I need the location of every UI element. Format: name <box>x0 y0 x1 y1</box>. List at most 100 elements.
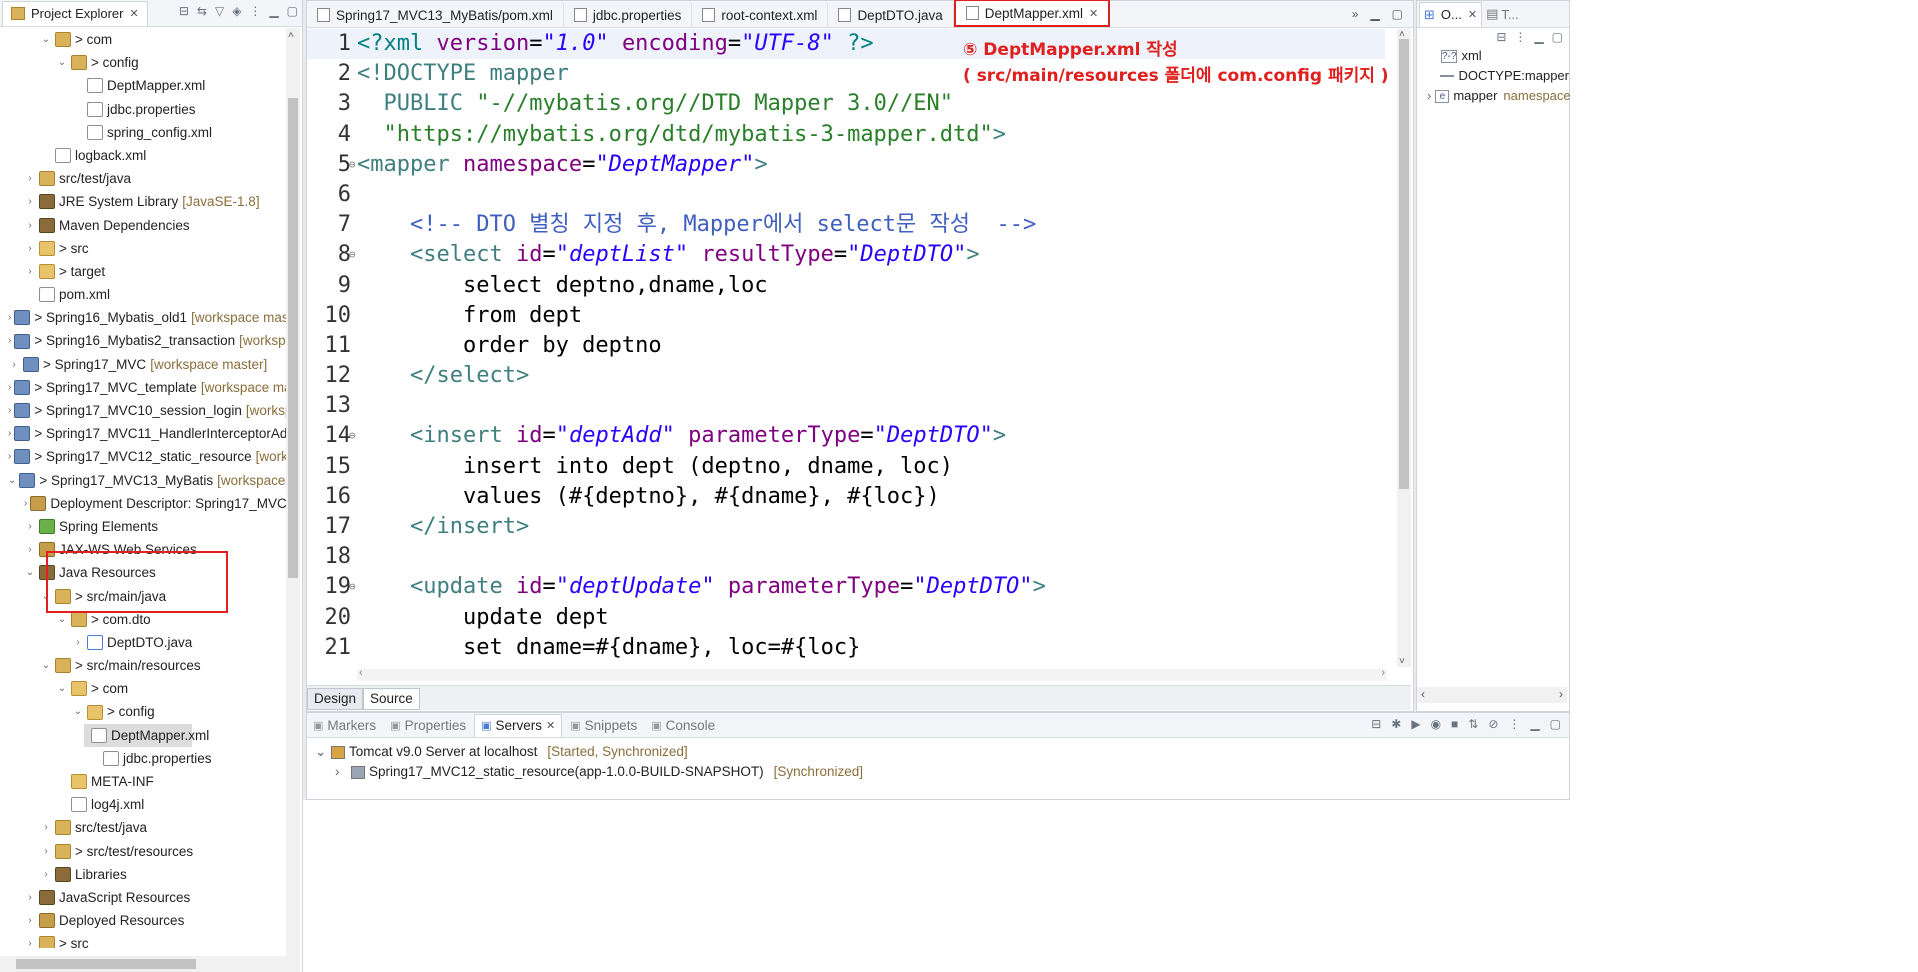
editor-tab[interactable]: root-context.xml <box>692 3 829 27</box>
code-line[interactable]: 9 select deptno,dname,loc <box>307 271 1385 301</box>
chevron-icon[interactable]: ⌄ <box>56 51 68 74</box>
view-menu-icon[interactable]: ⋮ <box>1508 717 1520 731</box>
tree-item[interactable]: ⌄ > Spring17_MVC13_MyBatis[workspace mas <box>0 469 286 492</box>
chevron-icon[interactable]: ⌄ <box>40 28 52 51</box>
debug-icon[interactable]: ✱ <box>1391 717 1401 731</box>
tab-snippets[interactable]: ▣ Snippets <box>564 718 643 733</box>
publish-icon[interactable]: ⇅ <box>1468 717 1478 731</box>
tree-item[interactable]: › > src <box>0 237 286 260</box>
maximize-icon[interactable]: ▢ <box>287 4 298 18</box>
tab-design[interactable]: Design <box>307 688 364 710</box>
tab-markers[interactable]: ▣ Markers <box>307 718 382 733</box>
outline-item[interactable]: ?-? xml <box>1427 46 1569 66</box>
view-menu-icon[interactable]: ⋮ <box>1514 30 1526 44</box>
fold-icon[interactable]: ⊖ <box>349 240 356 270</box>
code-line[interactable]: 16 values (#{deptno}, #{dname}, #{loc}) <box>307 482 1385 512</box>
tree-item[interactable]: › > Spring17_MVC [workspace master] <box>0 353 286 376</box>
chevron-icon[interactable]: ⌄ <box>56 677 68 700</box>
tree-item[interactable]: › src/test/java <box>0 167 286 190</box>
code-line[interactable]: 5 ⊖ <mapper namespace="DeptMapper"> <box>307 150 1385 180</box>
tree-item[interactable]: › > Spring17_MVC12_static_resource[worksp… <box>0 445 286 468</box>
editor-tab[interactable]: DeptDTO.java <box>828 3 954 27</box>
tree-item[interactable]: › JavaScript Resources <box>0 886 286 909</box>
tab-outline[interactable]: ⊞ O... ✕ <box>1419 1 1483 27</box>
tree-item[interactable]: › Maven Dependencies <box>0 214 286 237</box>
tree-item[interactable]: ⌄ > config <box>0 700 286 723</box>
chevron-icon[interactable]: › <box>24 190 36 213</box>
tab-overflow-icon[interactable]: » <box>1352 7 1359 21</box>
code-line[interactable]: 20 update dept <box>307 603 1385 633</box>
tree-item[interactable]: › src/test/java <box>0 816 286 839</box>
tree-item[interactable]: › > Spring16_Mybatis2_transaction[workspa… <box>0 329 286 352</box>
tree-item[interactable]: › > Spring17_MVC10_session_login[workspac… <box>0 399 286 422</box>
code-line[interactable]: 6 <box>307 180 1385 210</box>
chevron-icon[interactable]: › <box>40 840 52 863</box>
profile-icon[interactable]: ◉ <box>1431 717 1441 731</box>
minimize-icon[interactable]: ▁ <box>269 4 278 18</box>
code-line[interactable]: 11 order by deptno <box>307 331 1385 361</box>
tree-item[interactable]: › Spring Elements <box>0 515 286 538</box>
code-line[interactable]: 14 ⊖ <insert id="deptAdd" parameterType="… <box>307 421 1385 451</box>
tab-servers[interactable]: ▣ Servers ✕ <box>474 713 563 737</box>
chevron-icon[interactable]: › <box>24 214 36 237</box>
tree-item[interactable]: › > src/test/resources <box>0 840 286 863</box>
minimize-icon[interactable]: ▁ <box>1534 30 1543 44</box>
tab-project-explorer[interactable]: Project Explorer ✕ <box>2 0 148 26</box>
code-line[interactable]: 10 from dept <box>307 301 1385 331</box>
tree-item[interactable]: log4j.xml <box>0 793 286 816</box>
close-icon[interactable]: ✕ <box>546 719 555 732</box>
chevron-icon[interactable]: ⌄ <box>315 742 327 762</box>
tree-item[interactable]: META-INF <box>0 770 286 793</box>
tree-item[interactable]: › > Spring17_MVC_template[workspace maste <box>0 376 286 399</box>
focus-icon[interactable]: ◈ <box>232 4 241 18</box>
tree-item[interactable]: spring_config.xml <box>0 121 286 144</box>
code-editor[interactable]: 1 <?xml version="1.0" encoding="UTF-8" ?>… <box>307 29 1385 669</box>
tree-item[interactable]: ⌄ > src/main/resources <box>0 654 286 677</box>
fold-icon[interactable]: ⊖ <box>349 421 356 451</box>
chevron-icon[interactable]: › <box>24 260 36 283</box>
code-line[interactable]: 19 ⊖ <update id="deptUpdate" parameterTyp… <box>307 572 1385 602</box>
code-line[interactable]: 18 <box>307 542 1385 572</box>
tree-item[interactable]: › > Spring17_MVC11_HandlerInterceptorAdap <box>0 422 286 445</box>
code-line[interactable]: 13 <box>307 391 1385 421</box>
filter-icon[interactable]: ▽ <box>215 4 224 18</box>
chevron-icon[interactable]: › <box>24 167 36 190</box>
tree-item[interactable]: ⌄ > com <box>0 28 286 51</box>
tree-item[interactable]: ⌄ > config <box>0 51 286 74</box>
chevron-icon[interactable]: › <box>24 886 36 909</box>
tab-properties[interactable]: ▣ Properties <box>384 718 472 733</box>
chevron-icon[interactable]: ⌄ <box>40 654 52 677</box>
editor-tab[interactable]: jdbc.properties <box>564 3 693 27</box>
sort-icon[interactable]: ⊟ <box>1496 30 1506 44</box>
chevron-icon[interactable]: ⌄ <box>24 561 36 584</box>
chevron-icon[interactable]: › <box>24 492 27 515</box>
chevron-icon[interactable]: › <box>8 329 11 352</box>
tree-item[interactable]: jdbc.properties <box>0 98 286 121</box>
chevron-icon[interactable]: › <box>335 762 347 782</box>
tab-task-list[interactable]: ▤ T... <box>1486 6 1519 22</box>
chevron-icon[interactable]: › <box>8 399 11 422</box>
chevron-icon[interactable]: › <box>72 631 84 654</box>
minimize-icon[interactable]: ▁ <box>1370 7 1379 21</box>
outline-item[interactable]: › e mapper namespace <box>1427 86 1571 106</box>
tree-item[interactable]: logback.xml <box>0 144 286 167</box>
code-line[interactable]: 17 </insert> <box>307 512 1385 542</box>
maximize-icon[interactable]: ▢ <box>1550 717 1561 731</box>
editor-tab[interactable]: Spring17_MVC13_MyBatis/pom.xml <box>307 3 564 27</box>
chevron-icon[interactable]: › <box>24 538 36 561</box>
view-menu-icon[interactable]: ⋮ <box>249 4 261 18</box>
disconnect-icon[interactable]: ⊘ <box>1488 717 1498 731</box>
collapse-icon[interactable]: ⊟ <box>1371 717 1381 731</box>
tab-source[interactable]: Source <box>363 688 420 710</box>
chevron-icon[interactable]: ⌄ <box>72 700 84 723</box>
editor-hscrollbar[interactable]: ‹ › <box>357 667 1387 681</box>
code-line[interactable]: 8 ⊖ <select id="deptList" resultType="Dep… <box>307 240 1385 270</box>
code-line[interactable]: 7 <!-- DTO 별칭 지정 후, Mapper에서 select문 작성 … <box>307 210 1385 240</box>
server-row[interactable]: › Spring17_MVC12_static_resource(app-1.0.… <box>315 762 1569 782</box>
explorer-hscrollbar[interactable] <box>0 956 300 972</box>
tree-item[interactable]: DeptMapper.xml <box>84 723 209 747</box>
server-row[interactable]: ⌄ Tomcat v9.0 Server at localhost [Started… <box>315 742 1569 762</box>
chevron-icon[interactable]: › <box>40 863 52 886</box>
tree-item[interactable]: jdbc.properties <box>0 747 286 770</box>
code-line[interactable]: 3 PUBLIC "-//mybatis.org//DTD Mapper 3.0… <box>307 89 1385 119</box>
